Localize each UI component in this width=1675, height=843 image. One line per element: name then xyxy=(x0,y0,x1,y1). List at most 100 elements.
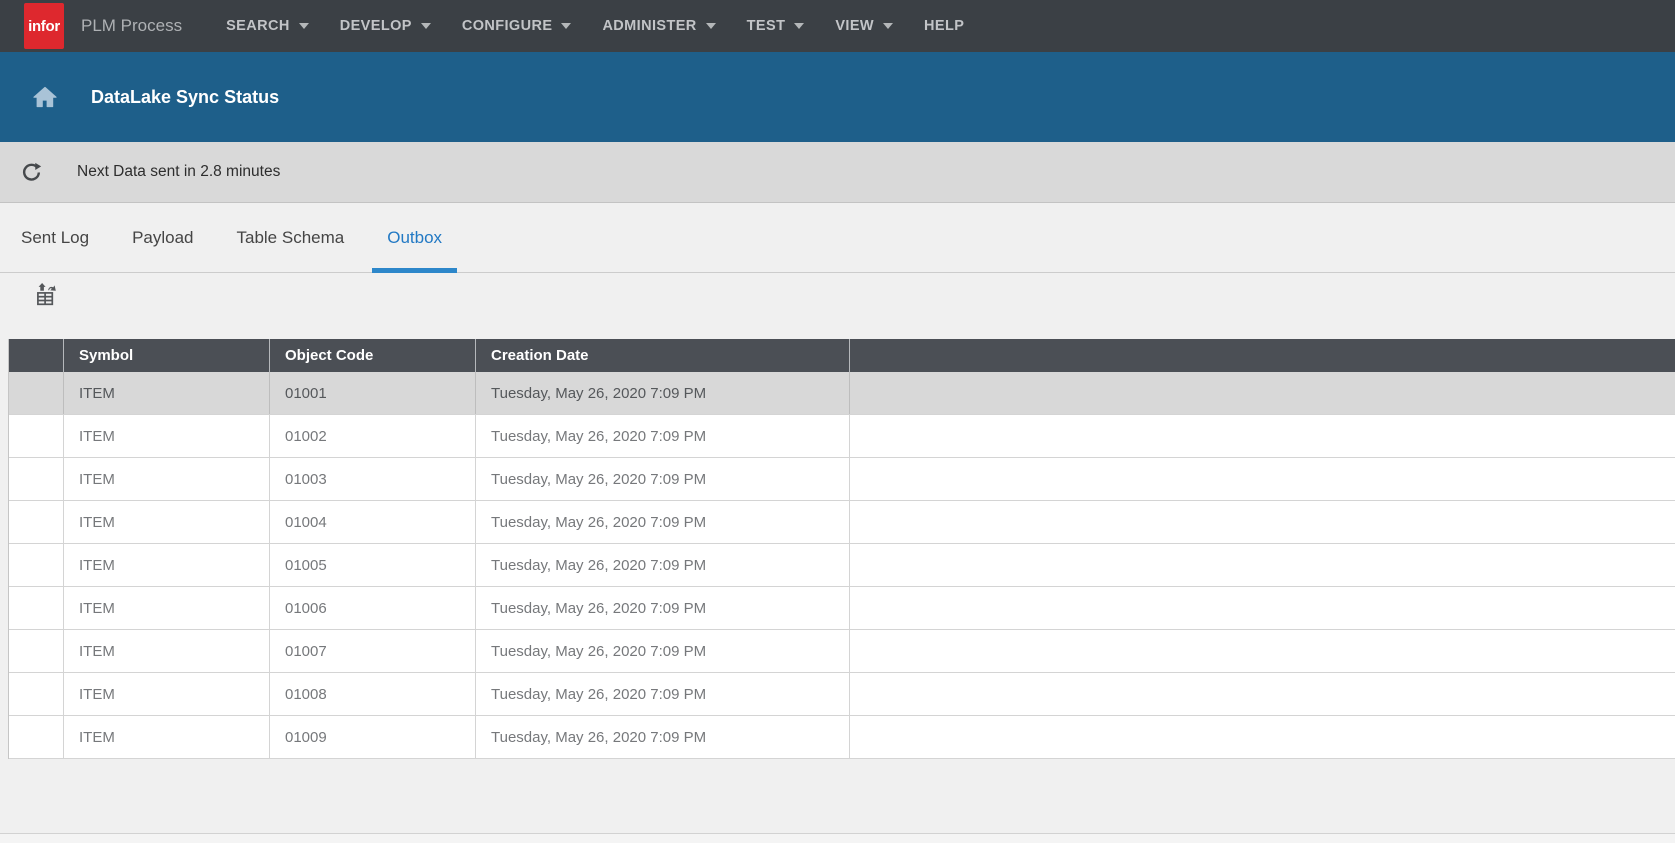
menu-item-develop[interactable]: DEVELOP xyxy=(340,18,431,34)
tab-content: Symbol Object Code Creation Date ITEM 01… xyxy=(0,273,1675,833)
chevron-down-icon xyxy=(706,23,716,29)
page-title: DataLake Sync Status xyxy=(91,87,279,108)
header-object-code[interactable]: Object Code xyxy=(270,339,476,372)
menu-item-administer[interactable]: ADMINISTER xyxy=(602,18,715,34)
row-select-cell[interactable] xyxy=(9,372,64,414)
filler-cell xyxy=(850,544,1675,586)
symbol-cell: ITEM xyxy=(64,673,270,715)
outbox-table: Symbol Object Code Creation Date ITEM 01… xyxy=(8,339,1675,759)
chevron-down-icon xyxy=(883,23,893,29)
row-select-cell[interactable] xyxy=(9,415,64,457)
next-send-status: Next Data sent in 2.8 minutes xyxy=(77,163,280,181)
chevron-down-icon xyxy=(561,23,571,29)
object-code-cell: 01001 xyxy=(270,372,476,414)
footer-strip xyxy=(0,833,1675,843)
menu-item-test[interactable]: TEST xyxy=(747,18,805,34)
creation-date-cell: Tuesday, May 26, 2020 7:09 PM xyxy=(476,673,850,715)
refresh-bar: Next Data sent in 2.8 minutes xyxy=(0,142,1675,203)
menu-item-configure[interactable]: CONFIGURE xyxy=(462,18,572,34)
table-row[interactable]: ITEM 01007 Tuesday, May 26, 2020 7:09 PM xyxy=(9,630,1675,673)
infor-logo-text: infor xyxy=(28,18,60,35)
filler-cell xyxy=(850,458,1675,500)
home-icon[interactable] xyxy=(33,86,57,108)
object-code-cell: 01009 xyxy=(270,716,476,758)
object-code-cell: 01008 xyxy=(270,673,476,715)
creation-date-cell: Tuesday, May 26, 2020 7:09 PM xyxy=(476,544,850,586)
chevron-down-icon xyxy=(299,23,309,29)
object-code-cell: 01005 xyxy=(270,544,476,586)
table-row[interactable]: ITEM 01001 Tuesday, May 26, 2020 7:09 PM xyxy=(9,372,1675,415)
filler-cell xyxy=(850,716,1675,758)
chevron-down-icon xyxy=(794,23,804,29)
table-row[interactable]: ITEM 01005 Tuesday, May 26, 2020 7:09 PM xyxy=(9,544,1675,587)
table-toolbar xyxy=(0,273,1675,339)
page-header: DataLake Sync Status xyxy=(0,52,1675,142)
symbol-cell: ITEM xyxy=(64,372,270,414)
filler-cell xyxy=(850,501,1675,543)
app-window: infor PLM Process SEARCH DEVELOP CONFIGU… xyxy=(0,0,1675,843)
symbol-cell: ITEM xyxy=(64,630,270,672)
creation-date-cell: Tuesday, May 26, 2020 7:09 PM xyxy=(476,458,850,500)
menu-item-view[interactable]: VIEW xyxy=(835,18,893,34)
menu-label: TEST xyxy=(747,18,786,34)
tab-table-schema[interactable]: Table Schema xyxy=(222,203,360,272)
main-menu: SEARCH DEVELOP CONFIGURE ADMINISTER TEST… xyxy=(226,18,995,34)
tab-strip: Sent Log Payload Table Schema Outbox xyxy=(0,203,1675,273)
menu-label: ADMINISTER xyxy=(602,18,696,34)
header-symbol[interactable]: Symbol xyxy=(64,339,270,372)
export-table-icon[interactable] xyxy=(36,282,59,307)
table-row[interactable]: ITEM 01003 Tuesday, May 26, 2020 7:09 PM xyxy=(9,458,1675,501)
creation-date-cell: Tuesday, May 26, 2020 7:09 PM xyxy=(476,630,850,672)
tab-outbox[interactable]: Outbox xyxy=(372,203,457,272)
menu-label: DEVELOP xyxy=(340,18,412,34)
symbol-cell: ITEM xyxy=(64,415,270,457)
menu-label: CONFIGURE xyxy=(462,18,553,34)
row-select-cell[interactable] xyxy=(9,673,64,715)
filler-cell xyxy=(850,630,1675,672)
row-select-cell[interactable] xyxy=(9,587,64,629)
object-code-cell: 01006 xyxy=(270,587,476,629)
tab-payload[interactable]: Payload xyxy=(117,203,208,272)
filler-cell xyxy=(850,673,1675,715)
filler-cell xyxy=(850,587,1675,629)
header-filler xyxy=(850,339,1675,372)
tab-sent-log[interactable]: Sent Log xyxy=(6,203,104,272)
symbol-cell: ITEM xyxy=(64,587,270,629)
symbol-cell: ITEM xyxy=(64,458,270,500)
refresh-icon[interactable] xyxy=(21,162,42,183)
symbol-cell: ITEM xyxy=(64,544,270,586)
row-select-cell[interactable] xyxy=(9,716,64,758)
header-select-column xyxy=(9,339,64,372)
app-name: PLM Process xyxy=(81,16,182,36)
menu-label: HELP xyxy=(924,18,964,34)
row-select-cell[interactable] xyxy=(9,501,64,543)
top-navbar: infor PLM Process SEARCH DEVELOP CONFIGU… xyxy=(0,0,1675,52)
table-row[interactable]: ITEM 01004 Tuesday, May 26, 2020 7:09 PM xyxy=(9,501,1675,544)
table-header-row: Symbol Object Code Creation Date xyxy=(9,339,1675,372)
table-row[interactable]: ITEM 01009 Tuesday, May 26, 2020 7:09 PM xyxy=(9,716,1675,759)
row-select-cell[interactable] xyxy=(9,630,64,672)
chevron-down-icon xyxy=(421,23,431,29)
filler-cell xyxy=(850,372,1675,414)
infor-logo[interactable]: infor xyxy=(24,3,64,49)
menu-item-search[interactable]: SEARCH xyxy=(226,18,309,34)
menu-item-help[interactable]: HELP xyxy=(924,18,964,34)
table-row[interactable]: ITEM 01008 Tuesday, May 26, 2020 7:09 PM xyxy=(9,673,1675,716)
symbol-cell: ITEM xyxy=(64,501,270,543)
object-code-cell: 01002 xyxy=(270,415,476,457)
object-code-cell: 01003 xyxy=(270,458,476,500)
table-row[interactable]: ITEM 01002 Tuesday, May 26, 2020 7:09 PM xyxy=(9,415,1675,458)
symbol-cell: ITEM xyxy=(64,716,270,758)
header-creation-date[interactable]: Creation Date xyxy=(476,339,850,372)
creation-date-cell: Tuesday, May 26, 2020 7:09 PM xyxy=(476,587,850,629)
object-code-cell: 01004 xyxy=(270,501,476,543)
object-code-cell: 01007 xyxy=(270,630,476,672)
table-row[interactable]: ITEM 01006 Tuesday, May 26, 2020 7:09 PM xyxy=(9,587,1675,630)
creation-date-cell: Tuesday, May 26, 2020 7:09 PM xyxy=(476,716,850,758)
row-select-cell[interactable] xyxy=(9,458,64,500)
row-select-cell[interactable] xyxy=(9,544,64,586)
creation-date-cell: Tuesday, May 26, 2020 7:09 PM xyxy=(476,501,850,543)
menu-label: SEARCH xyxy=(226,18,290,34)
filler-cell xyxy=(850,415,1675,457)
creation-date-cell: Tuesday, May 26, 2020 7:09 PM xyxy=(476,372,850,414)
